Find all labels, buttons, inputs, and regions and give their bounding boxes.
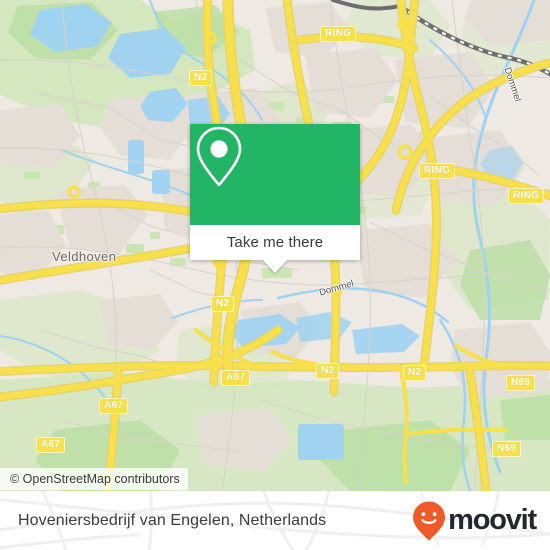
road-shield-n2[interactable]: N2 (403, 365, 427, 381)
location-title: Hoveniersbedrijf van Engelen, Netherland… (18, 511, 327, 529)
place-label-veldhoven: Veldhoven (52, 249, 117, 264)
road-shield-n2[interactable]: N2 (211, 296, 235, 312)
road-shield-ring[interactable]: RING (320, 26, 357, 42)
road-shield-ring[interactable]: RING (508, 188, 545, 204)
road-shield-n2[interactable]: N2 (189, 70, 213, 86)
moovit-map-screen: Veldhoven Dommel Dommel RING N2 RING RIN… (0, 0, 550, 550)
location-popup-card[interactable]: Take me there (190, 124, 360, 273)
road-shield-a67[interactable]: A67 (36, 437, 66, 453)
popup-tail (262, 259, 288, 273)
take-me-there-label: Take me there (226, 234, 324, 251)
moovit-pin-smiley-icon (413, 501, 446, 540)
moovit-wordmark: moovit (448, 504, 537, 536)
road-shield-n69[interactable]: N69 (492, 441, 522, 457)
osm-attribution[interactable]: © OpenStreetMap contributors (0, 468, 188, 490)
popup-pin-area (190, 124, 360, 225)
road-shield-a67[interactable]: A67 (221, 370, 251, 386)
map-pin-icon (196, 126, 242, 187)
footer-bar: Hoveniersbedrijf van Engelen, Netherland… (0, 491, 550, 550)
road-shield-n69[interactable]: N69 (506, 375, 536, 391)
road-shield-n2[interactable]: N2 (316, 363, 340, 379)
moovit-brand[interactable]: moovit (411, 500, 537, 542)
road-shield-a67[interactable]: A67 (99, 398, 129, 414)
popup-action-bar[interactable]: Take me there (190, 225, 360, 273)
map-canvas[interactable]: Veldhoven Dommel Dommel RING N2 RING RIN… (0, 0, 550, 491)
road-shield-ring[interactable]: RING (419, 163, 456, 179)
